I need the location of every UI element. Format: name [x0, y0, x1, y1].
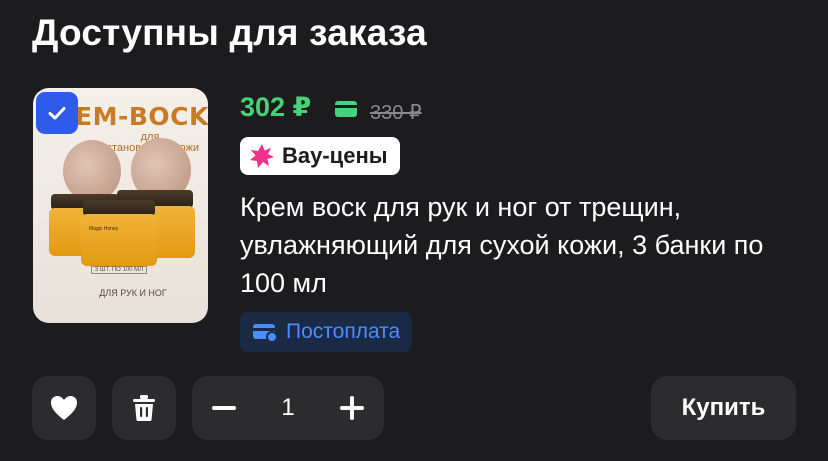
- image-jar: [81, 214, 157, 266]
- trash-icon: [133, 395, 155, 421]
- plus-icon[interactable]: [338, 394, 366, 422]
- image-jar-label: Magic Honey: [89, 226, 119, 232]
- wallet-icon: [335, 101, 357, 117]
- old-price: 330 ₽: [370, 102, 422, 124]
- image-heel-left: [63, 140, 121, 202]
- delete-button[interactable]: [112, 376, 176, 440]
- minus-icon[interactable]: [210, 394, 238, 422]
- product-image-caption: ДЛЯ РУК И НОГ: [99, 288, 167, 298]
- wow-prices-badge[interactable]: Вау-цены: [240, 137, 400, 175]
- quantity-stepper: 1: [192, 376, 384, 440]
- section-title: Доступны для заказа: [32, 12, 427, 53]
- quantity-value: 1: [281, 394, 295, 421]
- favorite-button[interactable]: [32, 376, 96, 440]
- buy-button-label: Купить: [681, 394, 766, 421]
- star-burst-icon: [250, 144, 274, 168]
- postpay-label: Постоплата: [286, 320, 401, 343]
- buy-button[interactable]: Купить: [651, 376, 796, 440]
- wow-badge-label: Вау-цены: [282, 143, 388, 168]
- heart-icon: [51, 396, 77, 420]
- card-icon: [253, 324, 278, 342]
- postpay-badge[interactable]: Постоплата: [240, 312, 413, 352]
- product-image-badge: 3 ШТ. ПО 100 МЛ: [91, 266, 148, 274]
- product-image-title: EM-BOCK: [75, 102, 208, 131]
- current-price: 302 ₽: [240, 92, 312, 122]
- product-title[interactable]: Крем воск для рук и ног от трещин, увлаж…: [240, 188, 810, 302]
- check-icon: [48, 107, 66, 120]
- select-checkbox[interactable]: [36, 92, 78, 134]
